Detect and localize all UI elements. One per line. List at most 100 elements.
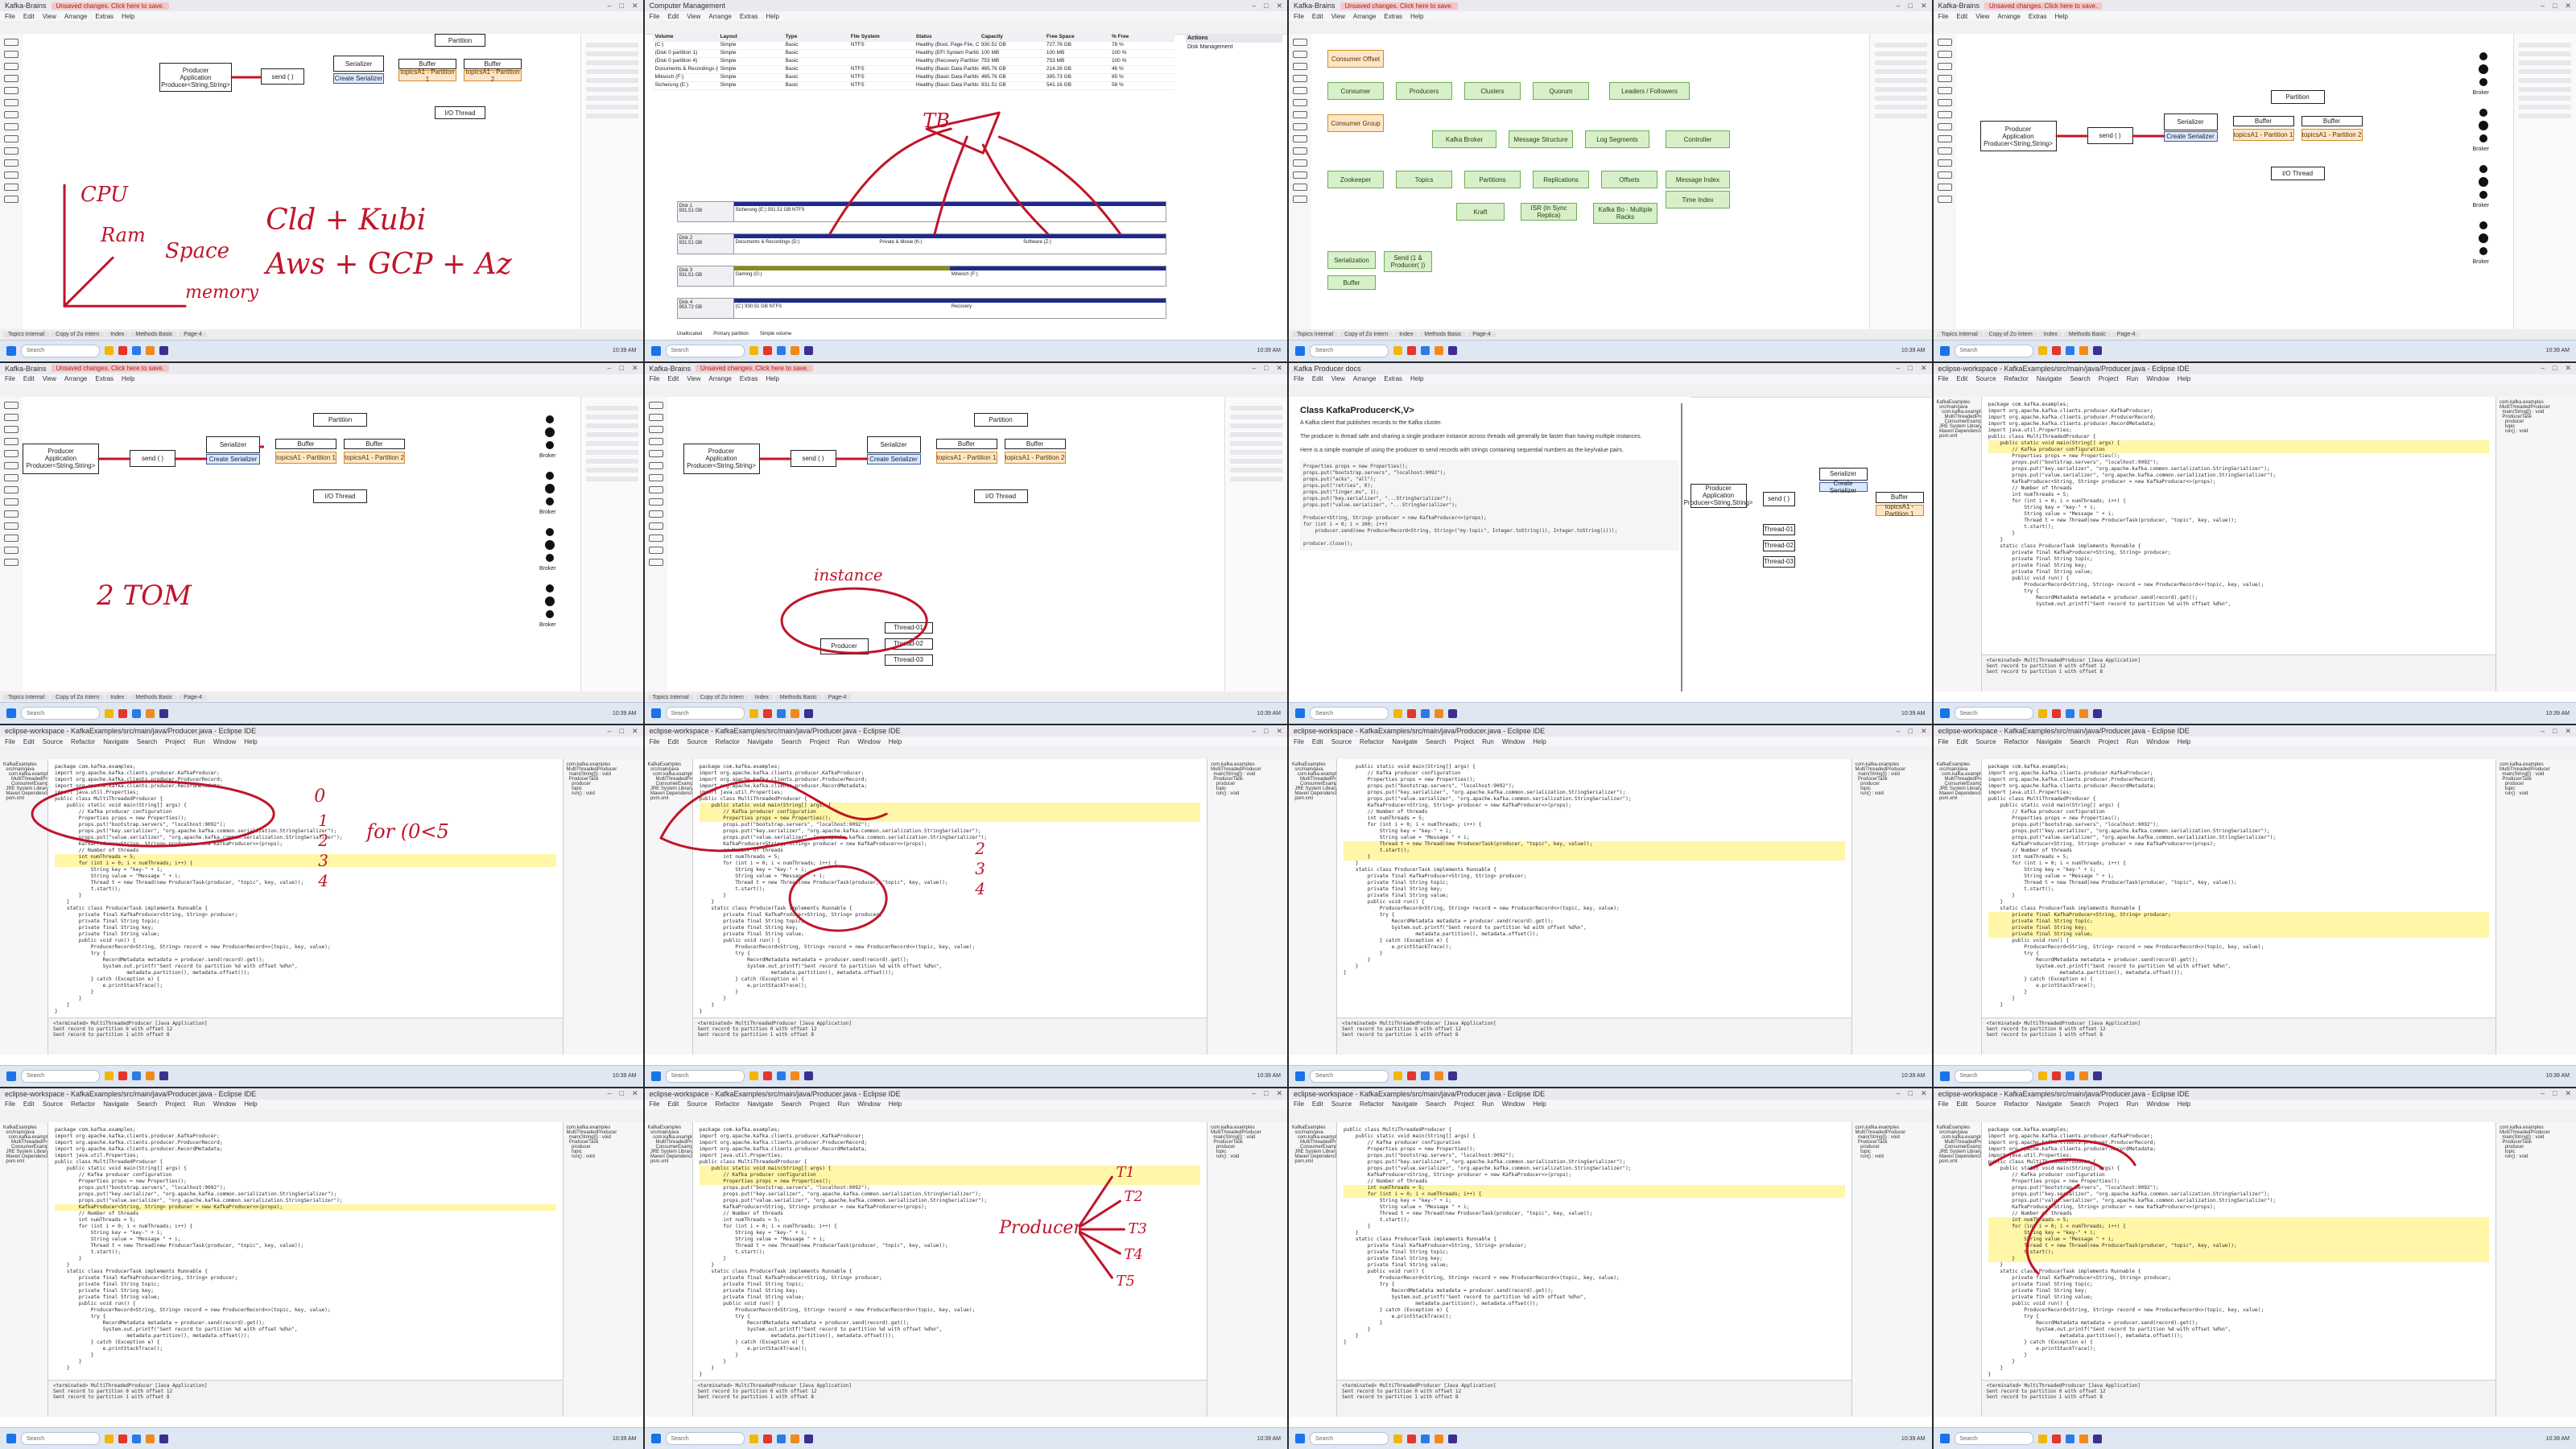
- serializer-node[interactable]: Serializer: [1818, 467, 1868, 481]
- maximize-icon[interactable]: □: [1909, 364, 1913, 373]
- menu-item[interactable]: Arrange: [708, 375, 731, 382]
- explorer-item[interactable]: ConsumerExample.java: [648, 1145, 692, 1150]
- minimize-icon[interactable]: –: [608, 364, 612, 373]
- code-line[interactable]: }: [1344, 861, 1845, 867]
- menu-item[interactable]: Project: [165, 738, 185, 745]
- drawio-icon[interactable]: [1435, 1071, 1443, 1080]
- code-line[interactable]: package com.kafka.examples;: [1988, 402, 2490, 408]
- code-line[interactable]: private final KafkaProducer<String, Stri…: [1988, 1275, 2490, 1282]
- code-line[interactable]: }: [1988, 530, 2490, 537]
- outline-item[interactable]: run() : void: [567, 1154, 640, 1159]
- code-line[interactable]: Properties props = new Properties();: [1344, 1146, 1845, 1153]
- code-line[interactable]: }: [1344, 970, 1845, 976]
- windows-start-icon[interactable]: [1295, 345, 1305, 356]
- code-line[interactable]: String value = "Message " + i;: [1988, 1236, 2489, 1243]
- buffer-partition-1[interactable]: topicsA1 - Partition 1: [398, 68, 456, 83]
- code-line[interactable]: import org.apache.kafka.clients.producer…: [700, 777, 1201, 783]
- code-line[interactable]: e.printStackTrace();: [1988, 1346, 2490, 1352]
- code-line[interactable]: RecordMetadata metadata = producer.send(…: [55, 1320, 556, 1327]
- thread-node[interactable]: Thread-01: [884, 621, 933, 634]
- windows-start-icon[interactable]: [6, 345, 16, 356]
- create-serializer-node[interactable]: Create Serializer: [866, 453, 921, 464]
- eclipse-icon[interactable]: [1448, 708, 1457, 718]
- page-tab[interactable]: Index: [105, 694, 130, 700]
- package-explorer[interactable]: KafkaExamples src/main/java com.kafka.ex…: [1289, 759, 1337, 1055]
- code-line[interactable]: private final String value;: [1988, 569, 2490, 576]
- menu-item[interactable]: Extras: [95, 375, 114, 382]
- io-thread-node[interactable]: I/O Thread: [973, 489, 1028, 503]
- toolbar[interactable]: [1933, 746, 2576, 760]
- code-line[interactable]: package com.kafka.examples;: [55, 764, 556, 770]
- code-line[interactable]: KafkaProducer<String, String> producer =…: [700, 1204, 1201, 1211]
- code-line[interactable]: public static void main(String[] args) {: [1988, 803, 2490, 809]
- menu-item[interactable]: Source: [43, 1100, 63, 1108]
- page-tab[interactable]: Methods Basic: [1419, 332, 1467, 337]
- code-line[interactable]: static class ProducerTask implements Run…: [55, 1269, 556, 1275]
- minimize-icon[interactable]: –: [608, 727, 612, 736]
- menu-item[interactable]: Help: [122, 375, 134, 382]
- maximize-icon[interactable]: □: [1909, 1089, 1913, 1098]
- code-line[interactable]: props.put("key.serializer", "org.apache.…: [1344, 1159, 1845, 1166]
- menu-item[interactable]: Refactor: [2004, 375, 2029, 382]
- concept-node[interactable]: Clusters: [1464, 82, 1521, 100]
- code-line[interactable]: String key = "key-" + i;: [1988, 505, 2490, 511]
- code-line[interactable]: String value = "Message " + i;: [1344, 1204, 1845, 1211]
- close-icon[interactable]: ✕: [1276, 1089, 1282, 1098]
- concept-node[interactable]: Zookeeper: [1327, 171, 1384, 188]
- code-line[interactable]: private final String key;: [1988, 1288, 2490, 1294]
- code-line[interactable]: props.put("key.serializer", "org.apache.…: [1344, 790, 1845, 796]
- code-line[interactable]: KafkaProducer<String, String> producer =…: [55, 1203, 556, 1211]
- explorer-item[interactable]: Maven Dependencies: [1937, 429, 1981, 434]
- code-line[interactable]: String value = "Message " + i;: [1988, 873, 2490, 880]
- taskbar-search[interactable]: Search: [21, 1069, 100, 1083]
- code-line[interactable]: ProducerRecord<String, String> record = …: [1988, 944, 2490, 951]
- file-explorer-icon[interactable]: [1393, 708, 1402, 718]
- file-explorer-icon[interactable]: [105, 346, 114, 355]
- drawing-canvas[interactable]: Consumer Offset Consumer Producers Clusters…: [1311, 34, 1869, 329]
- code-line[interactable]: public static void main(String[] args) {: [1988, 440, 2489, 447]
- code-line[interactable]: ProducerRecord<String, String> record = …: [1344, 1275, 1845, 1282]
- windows-start-icon[interactable]: [650, 1434, 661, 1443]
- eclipse-icon[interactable]: [2092, 346, 2102, 355]
- unsaved-warning[interactable]: Unsaved changes. Click here to save.: [1984, 2, 2103, 10]
- menu-item[interactable]: View: [687, 375, 700, 382]
- code-line[interactable]: }: [700, 1352, 1201, 1359]
- menu-item[interactable]: Refactor: [716, 1100, 740, 1108]
- explorer-item[interactable]: pom.xml: [1292, 796, 1333, 801]
- page-tab[interactable]: Index: [749, 694, 774, 700]
- drawing-canvas[interactable]: Producer Application Producer<String,Str…: [667, 396, 1224, 691]
- shape-library[interactable]: [644, 396, 668, 691]
- buffer-partition-1[interactable]: topicsA1 - Partition 1: [275, 451, 336, 464]
- code-line[interactable]: int numThreads = 5;: [55, 854, 556, 861]
- menu-item[interactable]: Refactor: [71, 1100, 95, 1108]
- code-line[interactable]: e.printStackTrace();: [1988, 983, 2490, 989]
- code-line[interactable]: metadata.partition(), metadata.offset())…: [55, 970, 556, 976]
- unsaved-warning[interactable]: Unsaved changes. Click here to save.: [1340, 2, 1458, 10]
- code-line[interactable]: try {: [55, 951, 556, 957]
- concept-node[interactable]: Message Index: [1666, 171, 1730, 188]
- menu-item[interactable]: Help: [766, 13, 779, 20]
- outline-item[interactable]: run() : void: [2500, 791, 2573, 796]
- menu-item[interactable]: File: [1938, 375, 1949, 382]
- code-line[interactable]: static class ProducerTask implements Run…: [700, 1269, 1201, 1275]
- concept-node[interactable]: Buffer: [1327, 275, 1376, 290]
- minimize-icon[interactable]: –: [2541, 364, 2545, 373]
- code-line[interactable]: }: [700, 1262, 1201, 1269]
- close-icon[interactable]: ✕: [1276, 727, 1282, 736]
- code-line[interactable]: }: [1344, 1320, 1845, 1327]
- code-editor[interactable]: package com.kafka.examples; import org.ap…: [1981, 1121, 2496, 1417]
- format-panel[interactable]: [580, 34, 643, 329]
- code-line[interactable]: package com.kafka.examples;: [1988, 1127, 2490, 1133]
- file-explorer-icon[interactable]: [749, 708, 758, 718]
- windows-start-icon[interactable]: [650, 708, 661, 718]
- concept-node[interactable]: Kraft: [1456, 203, 1505, 221]
- send-node[interactable]: send ( ): [130, 449, 175, 467]
- windows-start-icon[interactable]: [1939, 708, 1950, 718]
- code-line[interactable]: int numThreads = 5;: [1344, 1184, 1845, 1191]
- concept-node[interactable]: Leaders / Followers: [1609, 82, 1690, 100]
- page-tab[interactable]: Index: [105, 332, 130, 337]
- file-explorer-icon[interactable]: [105, 1071, 114, 1080]
- code-line[interactable]: Thread t = new Thread(new ProducerTask(p…: [55, 1243, 556, 1249]
- menu-item[interactable]: Search: [137, 738, 157, 745]
- code-line[interactable]: private final String value;: [55, 931, 556, 938]
